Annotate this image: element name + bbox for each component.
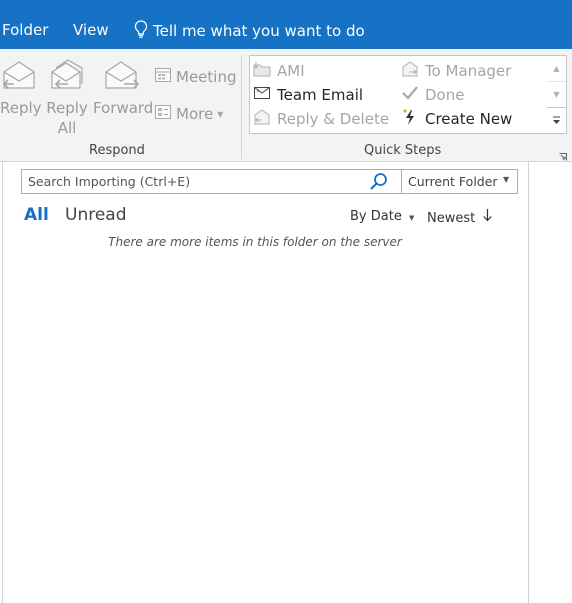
to-manager-icon [401,60,419,82]
sort-order-label: Newest [427,211,476,226]
reply-icon [0,56,38,98]
forward-icon [102,56,140,98]
checkmark-icon [401,84,419,106]
more-respond-button[interactable]: More ▼ [154,103,223,125]
quick-step-team-email[interactable]: Team Email [253,84,363,106]
lightning-icon [401,108,419,130]
quick-steps-group-label: Quick Steps [364,143,442,158]
quick-step-label: Team Email [277,86,364,104]
reply-delete-icon [253,108,271,130]
pane-left-border [2,162,3,603]
sort-order-toggle[interactable]: Newest [427,209,493,226]
quick-step-label: To Manager [425,62,512,80]
server-items-message[interactable]: There are more items in this folder on t… [0,235,510,249]
quick-step-create-new[interactable]: Create New [401,108,512,130]
search-input[interactable] [28,172,358,190]
forward-label: Forward [93,99,154,117]
tab-folder[interactable]: Folder [2,21,48,39]
arrow-down-icon [483,209,493,226]
tab-view[interactable]: View [73,21,109,39]
more-label: More [176,105,214,123]
tell-me-label: Tell me what you want to do [153,22,365,40]
quick-step-ami[interactable]: AMI [253,60,305,82]
quick-step-to-manager[interactable]: To Manager [401,60,511,82]
scroll-down-icon[interactable]: ▼ [547,81,566,107]
quick-step-label: AMI [277,62,305,80]
more-actions-icon [154,103,172,125]
meeting-label: Meeting [176,68,237,86]
respond-group-label: Respond [89,143,145,158]
sort-by-label: By Date [350,209,402,224]
search-scope-label: Current Folder [408,174,498,189]
chevron-down-icon: ▼ [408,214,415,222]
meeting-button[interactable]: Meeting [154,66,236,88]
team-email-icon [253,84,271,106]
calendar-icon [154,66,172,88]
lightbulb-icon [134,20,148,42]
reply-button[interactable]: Reply [0,56,42,136]
quick-step-label: Reply & Delete [277,110,390,128]
group-separator [241,55,242,159]
quick-step-label: Done [425,86,465,104]
scroll-up-icon[interactable]: ▲ [547,56,566,81]
quick-step-label: Create New [425,110,513,128]
expand-gallery-icon[interactable] [547,107,566,133]
filter-unread[interactable]: Unread [65,205,127,225]
search-box[interactable] [21,169,403,194]
sort-by-dropdown[interactable]: By Date ▼ [350,209,414,224]
tell-me-search[interactable]: Tell me what you want to do [134,20,365,42]
dialog-launcher-icon[interactable] [559,146,567,165]
folder-move-icon [253,60,271,82]
quick-step-reply-delete[interactable]: Reply & Delete [253,108,389,130]
reply-all-icon [48,56,88,98]
search-scope-dropdown[interactable]: Current Folder ▼ [401,169,518,194]
quick-steps-scroller: ▲ ▼ [547,55,567,134]
chevron-down-icon: ▼ [503,175,510,184]
pane-right-border [528,162,529,603]
search-icon[interactable] [369,172,389,195]
quick-step-done[interactable]: Done [401,84,464,106]
chevron-down-icon: ▼ [217,109,224,119]
reply-all-button[interactable]: Reply All [44,56,90,137]
reply-label: Reply [0,99,42,117]
reply-all-label-1: Reply [46,99,88,117]
forward-button[interactable]: Forward [93,56,154,136]
reply-all-label-2: All [57,119,77,137]
filter-all[interactable]: All [24,205,49,225]
